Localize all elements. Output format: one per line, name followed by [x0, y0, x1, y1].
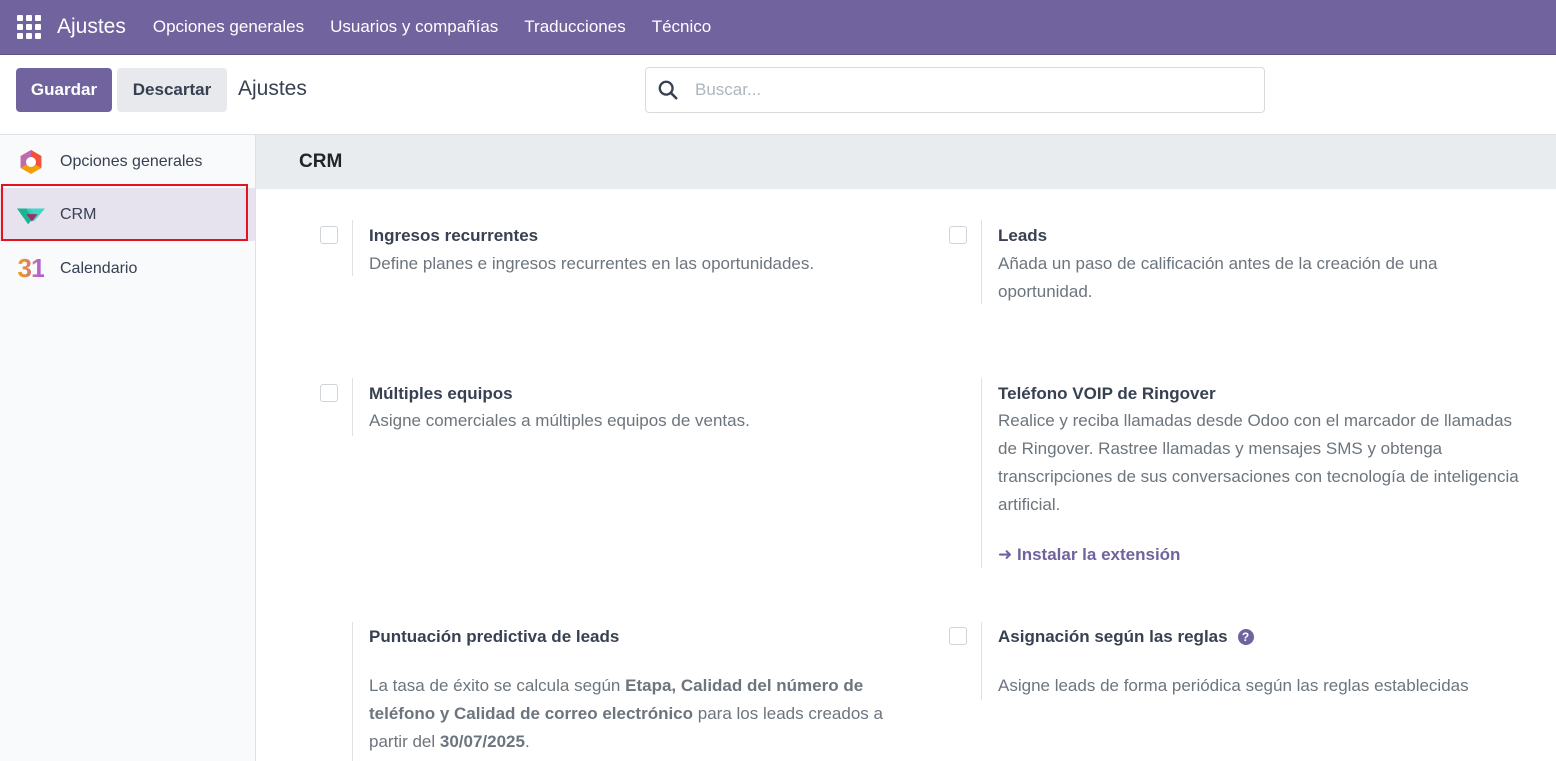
section-title: CRM — [299, 151, 343, 172]
app-brand[interactable]: Ajustes — [57, 15, 126, 39]
discard-button[interactable]: Descartar — [117, 68, 227, 112]
page-title: Ajustes — [238, 77, 307, 100]
arrow-right-icon: ➜ — [998, 545, 1013, 564]
setting-title: Puntuación predictiva de leads — [369, 627, 620, 646]
divider — [981, 220, 982, 304]
nav-general-options[interactable]: Opciones generales — [140, 17, 317, 37]
control-panel: Guardar Descartar Ajustes — [0, 55, 1556, 135]
divider — [352, 378, 353, 436]
setting-title: Ingresos recurrentes — [369, 226, 539, 245]
nav-translations[interactable]: Traducciones — [511, 17, 638, 37]
setting-description: La tasa de éxito se calcula según Etapa,… — [369, 676, 883, 751]
setting-title: Teléfono VOIP de Ringover — [998, 384, 1216, 403]
sidebar-item-label: Opciones generales — [60, 152, 203, 170]
setting-title: Múltiples equipos — [369, 384, 513, 403]
help-icon[interactable]: ? — [1237, 629, 1254, 645]
setting-title: Leads — [998, 226, 1048, 245]
scoring-date: 30/07/2025 — [439, 732, 525, 751]
sidebar-item-general-options[interactable]: Opciones generales — [0, 135, 255, 188]
search-input[interactable] — [695, 80, 1235, 100]
install-extension-link[interactable]: ➜ Instalar la extensión — [998, 545, 1180, 565]
setting-title: Asignación según las reglas? — [998, 627, 1254, 647]
setting-description: Asigne leads de forma periódica según la… — [998, 676, 1469, 695]
section-header: CRM — [256, 135, 1556, 189]
nav-technical[interactable]: Técnico — [639, 17, 725, 37]
multiple-teams-checkbox[interactable] — [320, 384, 338, 402]
setting-description: Asigne comerciales a múltiples equipos d… — [369, 411, 750, 430]
divider — [352, 622, 353, 761]
divider — [981, 378, 982, 568]
apps-menu-icon[interactable] — [17, 15, 41, 39]
top-navbar: Ajustes Opciones generales Usuarios y co… — [0, 0, 1556, 55]
sidebar-item-crm[interactable]: CRM — [0, 188, 255, 241]
search-icon[interactable] — [657, 79, 679, 101]
setting-description: Realice y reciba llamadas desde Odoo con… — [998, 411, 1519, 514]
divider — [981, 622, 982, 700]
sidebar-item-label: CRM — [60, 205, 97, 223]
search-bar[interactable] — [645, 67, 1265, 113]
recurring-revenue-checkbox[interactable] — [320, 226, 338, 244]
rule-assignment-checkbox[interactable] — [949, 627, 967, 645]
leads-checkbox[interactable] — [949, 226, 967, 244]
setting-description: Añada un paso de calificación antes de l… — [998, 254, 1438, 301]
setting-description: Define planes e ingresos recurrentes en … — [369, 254, 815, 273]
general-settings-icon — [17, 148, 45, 176]
settings-sidebar: Opciones generales CRM 31 Calendario — [0, 135, 256, 761]
divider — [352, 220, 353, 276]
sidebar-item-calendar[interactable]: 31 Calendario — [0, 242, 255, 295]
save-button[interactable]: Guardar — [16, 68, 112, 112]
crm-icon — [17, 201, 45, 229]
nav-users-companies[interactable]: Usuarios y compañías — [317, 17, 511, 37]
install-extension-label: Instalar la extensión — [1016, 545, 1181, 564]
sidebar-item-label: Calendario — [60, 259, 138, 277]
calendar-icon: 31 — [17, 253, 46, 283]
